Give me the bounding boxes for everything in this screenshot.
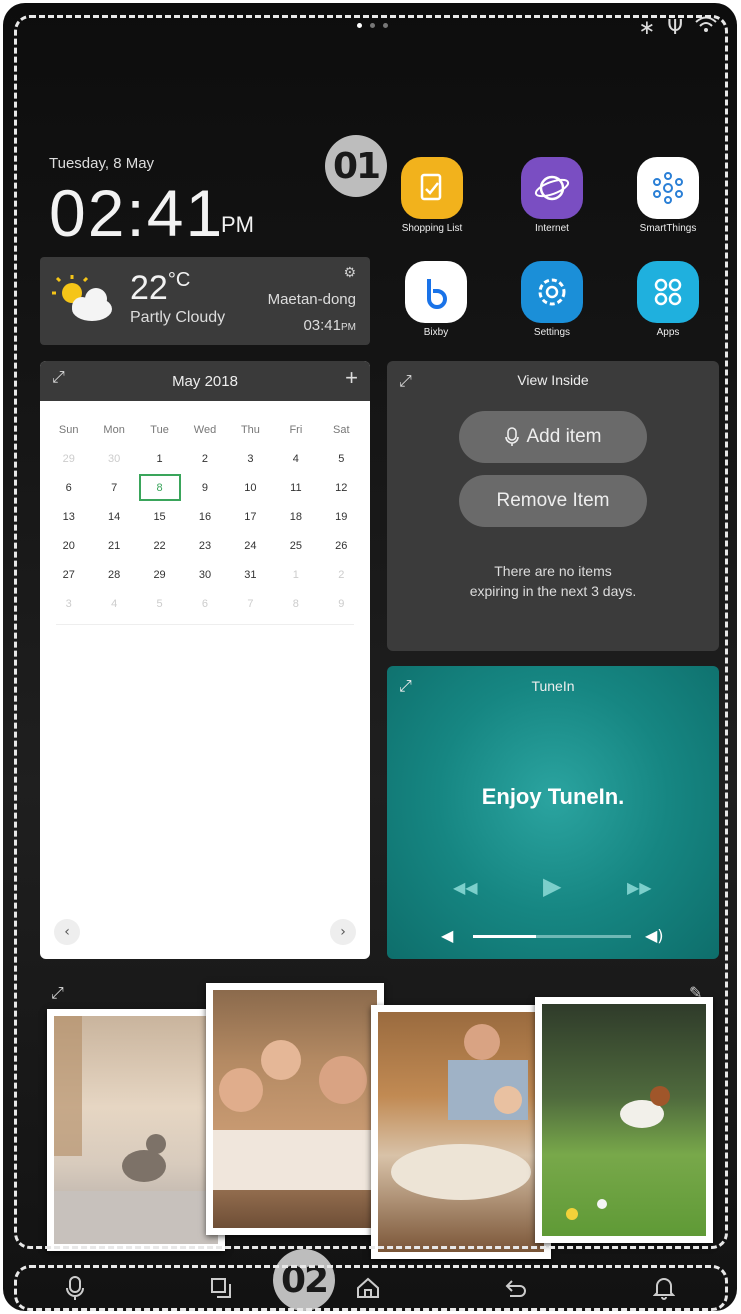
region-outline-02 xyxy=(14,1265,728,1311)
screen-frame: ∗ Ψ Tuesday, 8 May 02:41 PM 01 Shopping … xyxy=(3,3,737,1311)
region-outline-01 xyxy=(14,15,728,1249)
